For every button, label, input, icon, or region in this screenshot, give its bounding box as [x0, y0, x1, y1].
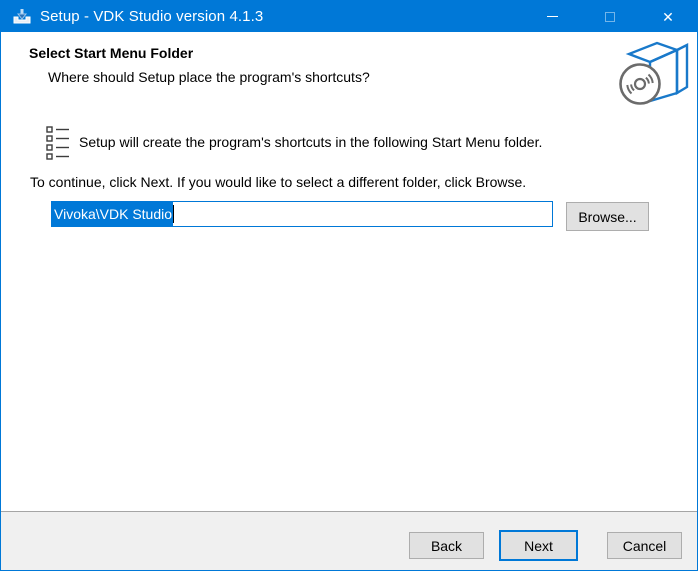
minimize-button[interactable] [523, 1, 581, 32]
maximize-icon [605, 12, 615, 22]
installer-icon [12, 8, 32, 25]
close-icon: ✕ [662, 10, 674, 24]
window-title: Setup - VDK Studio version 4.1.3 [40, 8, 263, 25]
instruction-text: To continue, click Next. If you would li… [30, 174, 526, 190]
close-button[interactable]: ✕ [639, 1, 697, 32]
wizard-header: Select Start Menu Folder Where should Se… [1, 32, 697, 110]
next-button[interactable]: Next [499, 530, 578, 561]
caption-buttons: ✕ [523, 1, 697, 32]
folder-input-selected-value: Vivoka\VDK Studio [52, 202, 173, 226]
start-menu-list-icon [46, 125, 70, 161]
cancel-button[interactable]: Cancel [607, 532, 682, 559]
setup-wizard-window: Setup - VDK Studio version 4.1.3 ✕ Selec… [0, 0, 698, 571]
back-button[interactable]: Back [409, 532, 484, 559]
minimize-icon [547, 16, 558, 17]
maximize-button [581, 1, 639, 32]
page-title: Select Start Menu Folder [29, 45, 193, 61]
text-caret [173, 205, 174, 223]
browse-button[interactable]: Browse... [566, 202, 649, 231]
folder-input[interactable]: Vivoka\VDK Studio [51, 201, 553, 227]
titlebar[interactable]: Setup - VDK Studio version 4.1.3 ✕ [1, 1, 697, 32]
software-box-disc-icon [617, 37, 693, 109]
info-text: Setup will create the program's shortcut… [79, 134, 679, 150]
footer-bar [1, 512, 697, 570]
page-subtitle: Where should Setup place the program's s… [48, 69, 370, 85]
